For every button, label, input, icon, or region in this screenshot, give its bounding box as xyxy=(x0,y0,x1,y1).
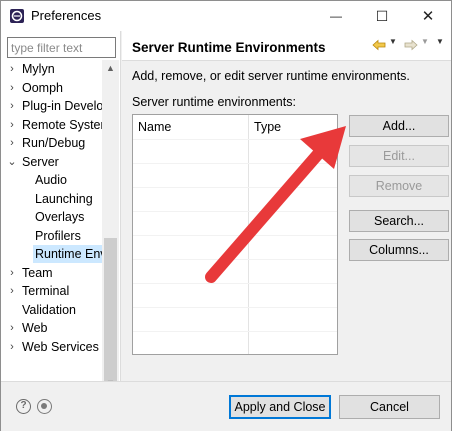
chevron-down-icon[interactable]: ⌄ xyxy=(7,153,17,171)
chevron-right-icon[interactable]: › xyxy=(7,97,17,115)
tree-item-profilers[interactable]: Profilers xyxy=(1,227,102,245)
maximize-button[interactable]: ☐ xyxy=(359,1,405,31)
apply-and-close-button[interactable]: Apply and Close xyxy=(229,395,331,419)
chevron-right-icon[interactable]: › xyxy=(7,282,17,300)
tree-item-oomph[interactable]: › Oomph xyxy=(1,79,102,97)
table-row-line xyxy=(133,307,337,308)
close-icon: ✕ xyxy=(421,8,435,25)
help-icon[interactable]: ? xyxy=(16,399,31,414)
columns-button[interactable]: Columns... xyxy=(349,239,449,261)
scroll-up-icon[interactable]: ▲ xyxy=(102,60,119,77)
forward-dropdown-icon[interactable]: ▼ xyxy=(421,37,429,46)
preferences-tree: › Mylyn › Oomph › Plug-in Develo › Remot… xyxy=(1,60,102,370)
forward-arrow-icon[interactable] xyxy=(404,39,418,51)
chevron-right-icon[interactable]: › xyxy=(7,264,17,282)
column-header-type[interactable]: Type xyxy=(249,115,281,139)
page-description: Add, remove, or edit server runtime envi… xyxy=(132,69,410,83)
record-icon[interactable] xyxy=(37,399,52,414)
vertical-scroll-thumb[interactable] xyxy=(104,238,117,384)
preferences-window: Preferences — ☐ ✕ › Mylyn › Oomph › Plug… xyxy=(0,0,452,431)
tree-item-remote-systems[interactable]: › Remote Systen xyxy=(1,116,102,134)
minimize-button[interactable]: — xyxy=(313,1,359,31)
filter-input[interactable] xyxy=(7,37,116,58)
table-row-line xyxy=(133,283,337,284)
chevron-right-icon[interactable]: › xyxy=(7,338,17,356)
tree-item-web[interactable]: › Web xyxy=(1,319,102,337)
table-row-line xyxy=(133,331,337,332)
chevron-right-icon[interactable]: › xyxy=(7,79,17,97)
table-row-line xyxy=(133,187,337,188)
table-row-line xyxy=(133,139,337,140)
minimize-icon: — xyxy=(330,9,342,23)
preferences-tree-pane: › Mylyn › Oomph › Plug-in Develo › Remot… xyxy=(1,31,121,409)
tree-vertical-scrollbar[interactable]: ▲ ▼ xyxy=(102,60,119,392)
add-button[interactable]: Add... xyxy=(349,115,449,137)
table-row-line xyxy=(133,259,337,260)
title-bar: Preferences — ☐ ✕ xyxy=(1,1,451,31)
search-button[interactable]: Search... xyxy=(349,210,449,232)
window-title: Preferences xyxy=(31,8,102,23)
dialog-button-bar: ? Apply and Close Cancel xyxy=(1,381,451,431)
column-header-name[interactable]: Name xyxy=(133,115,171,139)
tree-item-terminal[interactable]: › Terminal xyxy=(1,282,102,300)
tree-item-run-debug[interactable]: › Run/Debug xyxy=(1,134,102,152)
tree-item-launching[interactable]: Launching xyxy=(1,190,102,208)
tree-item-overlays[interactable]: Overlays xyxy=(1,208,102,226)
close-button[interactable]: ✕ xyxy=(405,1,451,31)
chevron-right-icon[interactable]: › xyxy=(7,134,17,152)
tree-item-web-services[interactable]: › Web Services xyxy=(1,338,102,356)
preference-page: Server Runtime Environments ▼ ▼ ▼ Add, r… xyxy=(122,31,451,381)
tree-item-runtime-environments[interactable]: Runtime Env xyxy=(1,245,102,263)
eclipse-app-icon xyxy=(10,9,24,23)
chevron-right-icon[interactable]: › xyxy=(7,319,17,337)
table-row-line xyxy=(133,163,337,164)
runtime-environments-table[interactable]: Name Type xyxy=(132,114,338,355)
tree-item-server[interactable]: ⌄ Server xyxy=(1,153,102,171)
tree-item-mylyn[interactable]: › Mylyn xyxy=(1,60,102,78)
tree-item-audio[interactable]: Audio xyxy=(1,171,102,189)
tree-item-team[interactable]: › Team xyxy=(1,264,102,282)
view-menu-icon[interactable]: ▼ xyxy=(436,37,444,46)
back-dropdown-icon[interactable]: ▼ xyxy=(389,37,397,46)
tree-item-validation[interactable]: Validation xyxy=(1,301,102,319)
page-title: Server Runtime Environments xyxy=(132,40,326,55)
chevron-right-icon[interactable]: › xyxy=(7,60,17,78)
cancel-button[interactable]: Cancel xyxy=(339,395,440,419)
maximize-icon: ☐ xyxy=(375,7,389,24)
edit-button[interactable]: Edit... xyxy=(349,145,449,167)
table-row-line xyxy=(133,211,337,212)
chevron-right-icon[interactable]: › xyxy=(7,116,17,134)
back-arrow-icon[interactable] xyxy=(372,39,386,51)
page-header: Server Runtime Environments ▼ ▼ ▼ xyxy=(122,31,451,61)
environments-list-label: Server runtime environments: xyxy=(132,95,296,109)
tree-item-plugin-development[interactable]: › Plug-in Develo xyxy=(1,97,102,115)
table-row-line xyxy=(133,235,337,236)
remove-button[interactable]: Remove xyxy=(349,175,449,197)
